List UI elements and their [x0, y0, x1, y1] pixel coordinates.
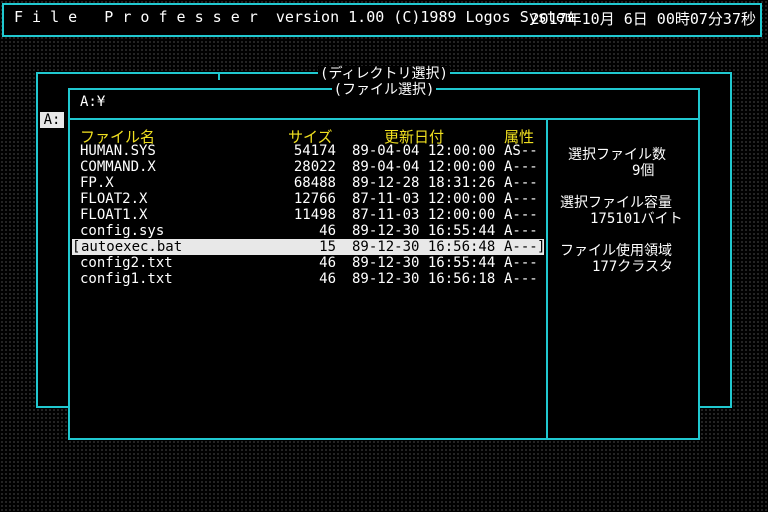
file-name: FLOAT2.X: [80, 191, 148, 207]
file-size: 68488: [293, 175, 336, 191]
file-date: 89-12-30 16:55:44: [352, 255, 496, 271]
file-size: 46: [319, 271, 336, 287]
file-attr: A---: [504, 207, 538, 223]
file-date: 89-12-30 16:56:48: [352, 239, 496, 255]
file-attr: A---: [504, 239, 538, 255]
file-name: config.sys: [80, 223, 165, 239]
file-date: 89-12-30 16:56:18: [352, 271, 496, 287]
file-size: 11498: [293, 207, 336, 223]
file-date: 89-12-30 16:55:44: [352, 223, 496, 239]
file-name: config1.txt: [80, 271, 173, 287]
file-size: 54174: [293, 143, 336, 159]
clock: 2017年10月 6日 00時07分37秒: [530, 10, 756, 28]
app-title: F i l e P r o f e s s e r version 1.00 (…: [14, 8, 574, 26]
drive-item-a[interactable]: A:: [40, 112, 64, 128]
file-attr: A---: [504, 223, 538, 239]
file-attr: A---: [504, 271, 538, 287]
selected-size-value: 175101バイト: [590, 211, 683, 227]
file-window-title: (ファイル選択): [331, 82, 437, 98]
current-path: A:¥: [80, 94, 106, 110]
file-name: config2.txt: [80, 255, 173, 271]
file-name: FLOAT1.X: [80, 207, 148, 223]
selected-count-value: 9個: [632, 163, 655, 179]
file-attr: A---: [504, 159, 538, 175]
file-name: FP.X: [80, 175, 114, 191]
file-name: autoexec.bat: [81, 239, 183, 255]
file-date: 89-04-04 12:00:00: [352, 159, 496, 175]
file-name: HUMAN.SYS: [80, 143, 156, 159]
file-size: 15: [319, 239, 336, 255]
file-size: 46: [319, 223, 336, 239]
file-size: 28022: [293, 159, 336, 175]
file-size: 12766: [293, 191, 336, 207]
header-divider: [70, 118, 698, 120]
disk-usage-value: 177クラスタ: [592, 259, 674, 275]
file-date: 87-11-03 12:00:00: [352, 207, 496, 223]
file-date: 87-11-03 12:00:00: [352, 191, 496, 207]
file-name: COMMAND.X: [80, 159, 156, 175]
file-attr: A---: [504, 175, 538, 191]
file-attr: AS--: [504, 143, 538, 159]
file-size: 46: [319, 255, 336, 271]
selection-open-bracket: [: [72, 239, 81, 255]
file-date: 89-04-04 12:00:00: [352, 143, 496, 159]
file-date: 89-12-28 18:31:26: [352, 175, 496, 191]
file-attr: A---: [504, 255, 538, 271]
file-attr: A---: [504, 191, 538, 207]
selection-close-bracket: ]: [537, 239, 546, 255]
